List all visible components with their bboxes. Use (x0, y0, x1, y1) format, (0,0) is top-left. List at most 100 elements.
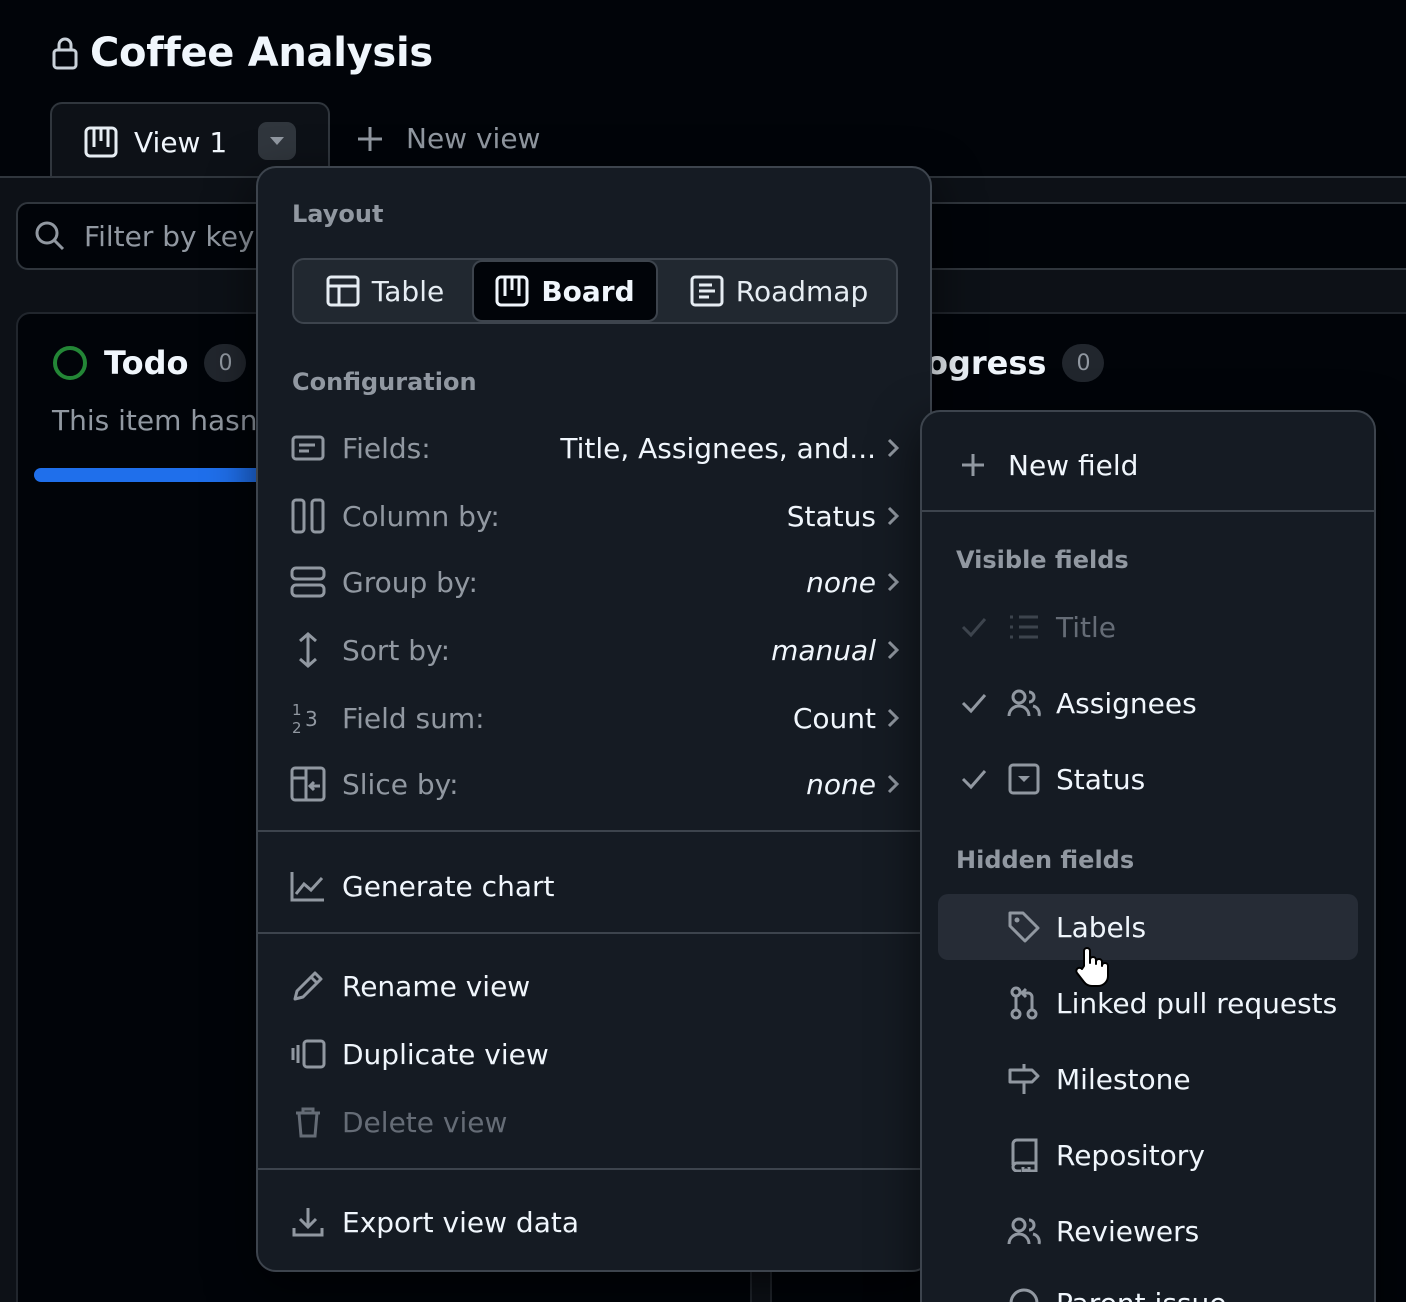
hidden-fields-label: Hidden fields (956, 846, 1135, 874)
menu-divider (922, 510, 1374, 512)
delete-view-item: Delete view (290, 1092, 507, 1152)
column-title: ogress (926, 344, 1047, 382)
check-icon (956, 692, 992, 714)
config-value: Status (786, 499, 876, 533)
pencil-icon (290, 969, 326, 1003)
field-label: Reviewers (1056, 1214, 1200, 1248)
column-title: Todo (104, 344, 189, 382)
triangle-down-icon (269, 136, 285, 146)
chevron-right-icon (886, 505, 900, 527)
rename-view-label: Rename view (342, 969, 531, 1003)
view-options-button[interactable] (258, 122, 296, 160)
columns-icon (290, 498, 326, 534)
generate-chart-label: Generate chart (342, 869, 555, 903)
field-item-reviewers[interactable]: Reviewers (938, 1198, 1358, 1264)
field-label: Title (1056, 610, 1117, 644)
chevron-right-icon (886, 571, 900, 593)
svg-text:3: 3 (305, 707, 318, 731)
field-item-assignees[interactable]: Assignees (938, 670, 1358, 736)
config-key: Fields: (342, 431, 431, 465)
table-icon (326, 274, 360, 308)
check-icon (956, 768, 992, 790)
field-item-labels[interactable]: Labels (938, 894, 1358, 960)
field-label: Status (1056, 762, 1146, 796)
tab-label: View 1 (134, 125, 228, 159)
config-value: manual (771, 633, 876, 667)
list-icon (1006, 612, 1042, 642)
single-select-icon (1006, 763, 1042, 795)
slice-icon (290, 766, 326, 802)
project-title: Coffee Analysis (90, 30, 433, 76)
field-label: Assignees (1056, 686, 1197, 720)
menu-divider (258, 830, 930, 832)
generate-chart-item[interactable]: Generate chart (290, 856, 554, 916)
people-icon (1006, 1216, 1042, 1246)
delete-view-label: Delete view (342, 1105, 508, 1139)
field-label: Repository (1056, 1138, 1205, 1172)
config-key: Column by: (342, 499, 500, 533)
board-icon (495, 274, 529, 308)
field-item-status[interactable]: Status (938, 746, 1358, 812)
layout-table-label: Table (371, 274, 445, 308)
repo-icon (1006, 1138, 1042, 1172)
rename-view-item[interactable]: Rename view (290, 956, 530, 1016)
fields-submenu: New field Visible fields Title Assignees… (920, 410, 1376, 1302)
field-label: Labels (1056, 910, 1147, 944)
download-icon (290, 1206, 326, 1238)
svg-text:1: 1 (292, 701, 302, 719)
graph-icon (290, 870, 326, 902)
field-item-parent-issue[interactable]: Parent issue (938, 1270, 1358, 1302)
duplicate-icon (290, 1039, 326, 1069)
milestone-icon (1006, 1062, 1042, 1096)
search-icon (34, 220, 66, 252)
layout-board-label: Board (541, 274, 635, 308)
export-view-data-label: Export view data (342, 1205, 580, 1239)
people-icon (1006, 688, 1042, 718)
layout-switcher: Table Board Roadmap (292, 258, 898, 324)
layout-section-label: Layout (292, 200, 384, 228)
field-item-linked-pull-requests[interactable]: Linked pull requests (938, 970, 1358, 1036)
menu-divider (258, 932, 930, 934)
config-key: Field sum: (342, 701, 485, 735)
new-field-button[interactable]: New field (942, 432, 1362, 498)
config-group-by[interactable]: Group by: none (290, 552, 900, 612)
config-key: Slice by: (342, 767, 459, 801)
field-item-milestone[interactable]: Milestone (938, 1046, 1358, 1112)
layout-table-button[interactable]: Table (300, 260, 470, 322)
config-key: Sort by: (342, 633, 451, 667)
configuration-section-label: Configuration (292, 368, 477, 396)
field-label: Parent issue (1056, 1287, 1226, 1302)
chevron-right-icon (886, 707, 900, 729)
config-column-by[interactable]: Column by: Status (290, 486, 900, 546)
column-header: ogress 0 (926, 344, 1105, 382)
config-sort-by[interactable]: Sort by: manual (290, 620, 900, 680)
column-description: This item hasn (52, 404, 258, 437)
config-value: Count (792, 701, 876, 735)
export-view-data-item[interactable]: Export view data (290, 1192, 579, 1252)
board-icon (84, 125, 118, 159)
duplicate-view-item[interactable]: Duplicate view (290, 1024, 549, 1084)
config-value: Title, Assignees, and... (560, 431, 876, 465)
plus-icon (960, 452, 986, 478)
chevron-right-icon (886, 773, 900, 795)
duplicate-view-label: Duplicate view (342, 1037, 549, 1071)
column-header: Todo 0 (52, 344, 247, 382)
field-item-repository[interactable]: Repository (938, 1122, 1358, 1188)
config-slice-by[interactable]: Slice by: none (290, 754, 900, 814)
menu-divider (258, 1168, 930, 1170)
config-field-sum[interactable]: 123 Field sum: Count (290, 688, 900, 748)
svg-text:2: 2 (292, 719, 302, 737)
layout-board-button[interactable]: Board (472, 260, 658, 322)
layout-roadmap-button[interactable]: Roadmap (662, 260, 896, 322)
field-label: Linked pull requests (1056, 986, 1338, 1020)
check-icon (956, 616, 992, 638)
new-view-button[interactable]: New view (356, 122, 540, 155)
new-field-label: New field (1008, 448, 1139, 482)
chevron-right-icon (886, 639, 900, 661)
config-fields[interactable]: Fields: Title, Assignees, and... (290, 418, 900, 478)
tag-icon (1006, 910, 1042, 944)
plus-icon (356, 125, 384, 153)
layout-roadmap-label: Roadmap (735, 274, 869, 308)
status-circle-icon (52, 345, 88, 381)
sort-icon (290, 631, 326, 669)
